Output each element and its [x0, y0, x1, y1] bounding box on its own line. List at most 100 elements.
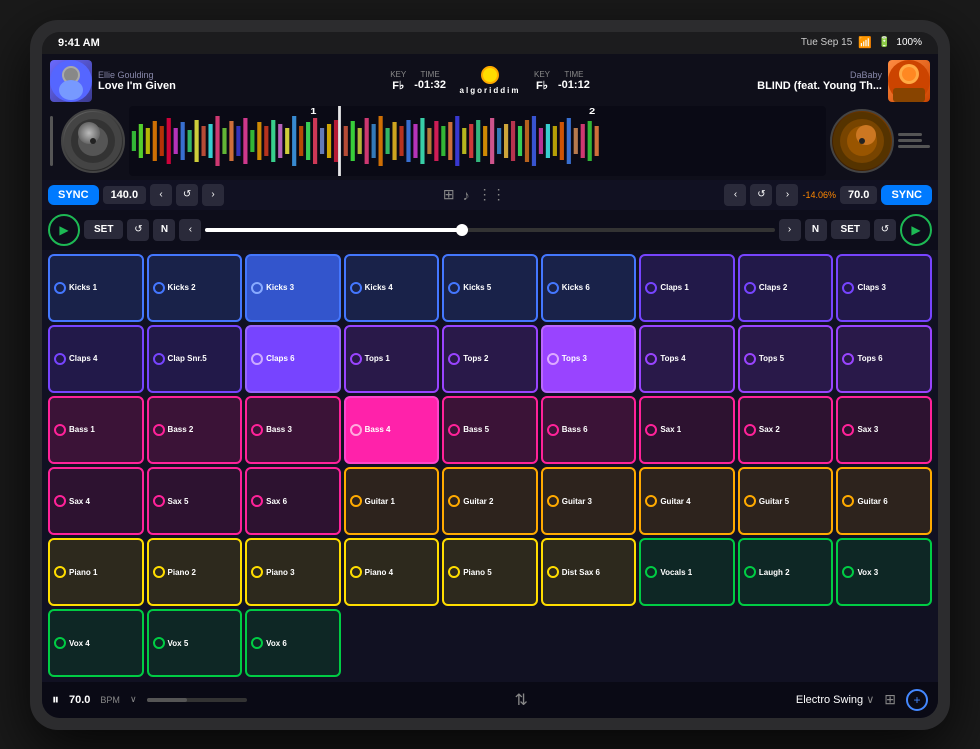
pad-kicks-2[interactable]: Kicks 2 [147, 254, 243, 322]
pad-claps-2[interactable]: Claps 2 [738, 254, 834, 322]
pad-bass-1[interactable]: Bass 1 [48, 396, 144, 464]
set-right-button[interactable]: SET [831, 220, 870, 239]
pad-vocals-1[interactable]: Vocals 1 [639, 538, 735, 606]
eq-slider-1[interactable] [898, 133, 922, 136]
deck-left-key: KEY F♭ [390, 70, 406, 92]
pad-tops-5[interactable]: Tops 5 [738, 325, 834, 393]
deck-right-eq [898, 133, 930, 148]
pads-section: Kicks 1 Kicks 2 Kicks 3 Kicks 4 Kicks 5 … [42, 250, 938, 682]
pad-kicks-6[interactable]: Kicks 6 [541, 254, 637, 322]
pad-vox-4[interactable]: Vox 4 [48, 609, 144, 677]
set-left-button[interactable]: SET [84, 220, 123, 239]
pad-guitar-5[interactable]: Guitar 5 [738, 467, 834, 535]
pad-claps-1[interactable]: Claps 1 [639, 254, 735, 322]
pad-vox-3[interactable]: Vox 3 [836, 538, 932, 606]
pad-guitar-3[interactable]: Guitar 3 [541, 467, 637, 535]
loop-left-button[interactable]: ↺ [176, 184, 198, 206]
pad-piano-1[interactable]: Piano 1 [48, 538, 144, 606]
turntable-left[interactable] [61, 109, 125, 173]
pad-sax-6[interactable]: Sax 6 [245, 467, 341, 535]
n-right-button[interactable]: N [805, 219, 827, 241]
grid-icon[interactable]: ⋮⋮ [478, 186, 506, 203]
pad-vox-5[interactable]: Vox 5 [147, 609, 243, 677]
mixer-center-icon[interactable]: ⇅ [515, 690, 528, 710]
dj-app: Ellie Goulding Love I'm Given KEY F♭ TIM… [42, 54, 938, 718]
pad-kicks-4[interactable]: Kicks 4 [344, 254, 440, 322]
pad-piano-6[interactable]: Dist Sax 6 [541, 538, 637, 606]
pad-guitar-4[interactable]: Guitar 4 [639, 467, 735, 535]
pad-laugh-2[interactable]: Laugh 2 [738, 538, 834, 606]
pad-piano-3[interactable]: Piano 3 [245, 538, 341, 606]
pad-piano-5[interactable]: Piano 5 [442, 538, 538, 606]
play-left-button[interactable]: ▶ [48, 214, 80, 246]
pad-sax-5[interactable]: Sax 5 [147, 467, 243, 535]
pad-tops-2[interactable]: Tops 2 [442, 325, 538, 393]
n-left-button[interactable]: N [153, 219, 175, 241]
pad-kicks-5[interactable]: Kicks 5 [442, 254, 538, 322]
transport-row: ▶ SET ↺ N ‹ › N SET ↺ ▶ [42, 210, 938, 250]
prev-left-button[interactable]: ‹ [150, 184, 172, 206]
pad-vox-6[interactable]: Vox 6 [245, 609, 341, 677]
loop-right-trans-button[interactable]: ↺ [874, 219, 896, 241]
pad-sax-3[interactable]: Sax 3 [836, 396, 932, 464]
pad-guitar-2[interactable]: Guitar 2 [442, 467, 538, 535]
grid-bottom-icon[interactable]: ⊞ [884, 691, 896, 708]
deck-left-bpm: 140.0 [103, 186, 147, 204]
decks-area: Ellie Goulding Love I'm Given KEY F♭ TIM… [42, 54, 938, 180]
pad-tops-4[interactable]: Tops 4 [639, 325, 735, 393]
deck-right-details: DaBaby BLIND (feat. Young Th... [594, 70, 882, 92]
pad-kicks-3-active[interactable]: Kicks 3 [245, 254, 341, 322]
pad-piano-2[interactable]: Piano 2 [147, 538, 243, 606]
pad-bass-2[interactable]: Bass 2 [147, 396, 243, 464]
play-right-button[interactable]: ▶ [900, 214, 932, 246]
pad-piano-4[interactable]: Piano 4 [344, 538, 440, 606]
pad-kicks-1[interactable]: Kicks 1 [48, 254, 144, 322]
pad-claps-6-active[interactable]: Claps 6 [245, 325, 341, 393]
pad-bass-3[interactable]: Bass 3 [245, 396, 341, 464]
pad-tops-3-active[interactable]: Tops 3 [541, 325, 637, 393]
progress-handle[interactable] [456, 224, 468, 236]
battery-icon: 🔋 [878, 37, 890, 48]
pad-claps-5[interactable]: Clap Snr.5 [147, 325, 243, 393]
add-bottom-button[interactable]: + [906, 689, 928, 711]
turntable-right[interactable] [830, 109, 894, 173]
deck-left-art [50, 60, 92, 102]
prev-right-button[interactable]: ‹ [724, 184, 746, 206]
app-logo: algoriddim [450, 66, 530, 95]
next-left-button[interactable]: › [202, 184, 224, 206]
pad-sax-2[interactable]: Sax 2 [738, 396, 834, 464]
mixer-icon[interactable]: ⊞ [443, 186, 455, 203]
pad-claps-4[interactable]: Claps 4 [48, 325, 144, 393]
logo-text: algoriddim [450, 86, 530, 95]
pause-button[interactable]: ⏸ [52, 691, 59, 708]
note-icon[interactable]: ♪ [463, 187, 470, 203]
deck-right-info: DaBaby BLIND (feat. Young Th... [594, 60, 930, 102]
sync-left-button[interactable]: SYNC [48, 185, 99, 205]
eq-slider-3[interactable] [898, 145, 930, 148]
pad-bass-5[interactable]: Bass 5 [442, 396, 538, 464]
next-right-button[interactable]: › [776, 184, 798, 206]
genre-label[interactable]: Electro Swing ∨ [796, 693, 874, 706]
pad-sax-1[interactable]: Sax 1 [639, 396, 735, 464]
pad-guitar-6[interactable]: Guitar 6 [836, 467, 932, 535]
deck-right-artist: DaBaby [594, 70, 882, 80]
tempo-slider[interactable] [147, 698, 247, 702]
svg-text:2: 2 [589, 107, 595, 116]
status-bar: 9:41 AM Tue Sep 15 📶 🔋 100% [42, 32, 938, 54]
pad-bass-6[interactable]: Bass 6 [541, 396, 637, 464]
back-left-button[interactable]: ‹ [179, 219, 201, 241]
pad-guitar-1[interactable]: Guitar 1 [344, 467, 440, 535]
svg-text:1: 1 [310, 107, 317, 116]
progress-bar[interactable] [205, 228, 774, 232]
deck-right-bpm: 70.0 [840, 186, 877, 204]
pad-claps-3[interactable]: Claps 3 [836, 254, 932, 322]
pad-bass-4-active[interactable]: Bass 4 [344, 396, 440, 464]
loop-left-trans-button[interactable]: ↺ [127, 219, 149, 241]
pad-sax-4[interactable]: Sax 4 [48, 467, 144, 535]
pad-tops-1[interactable]: Tops 1 [344, 325, 440, 393]
loop-right-button[interactable]: ↺ [750, 184, 772, 206]
sync-right-button[interactable]: SYNC [881, 185, 932, 205]
pad-tops-6[interactable]: Tops 6 [836, 325, 932, 393]
eq-slider-2[interactable] [898, 139, 922, 142]
fwd-right-button[interactable]: › [779, 219, 801, 241]
